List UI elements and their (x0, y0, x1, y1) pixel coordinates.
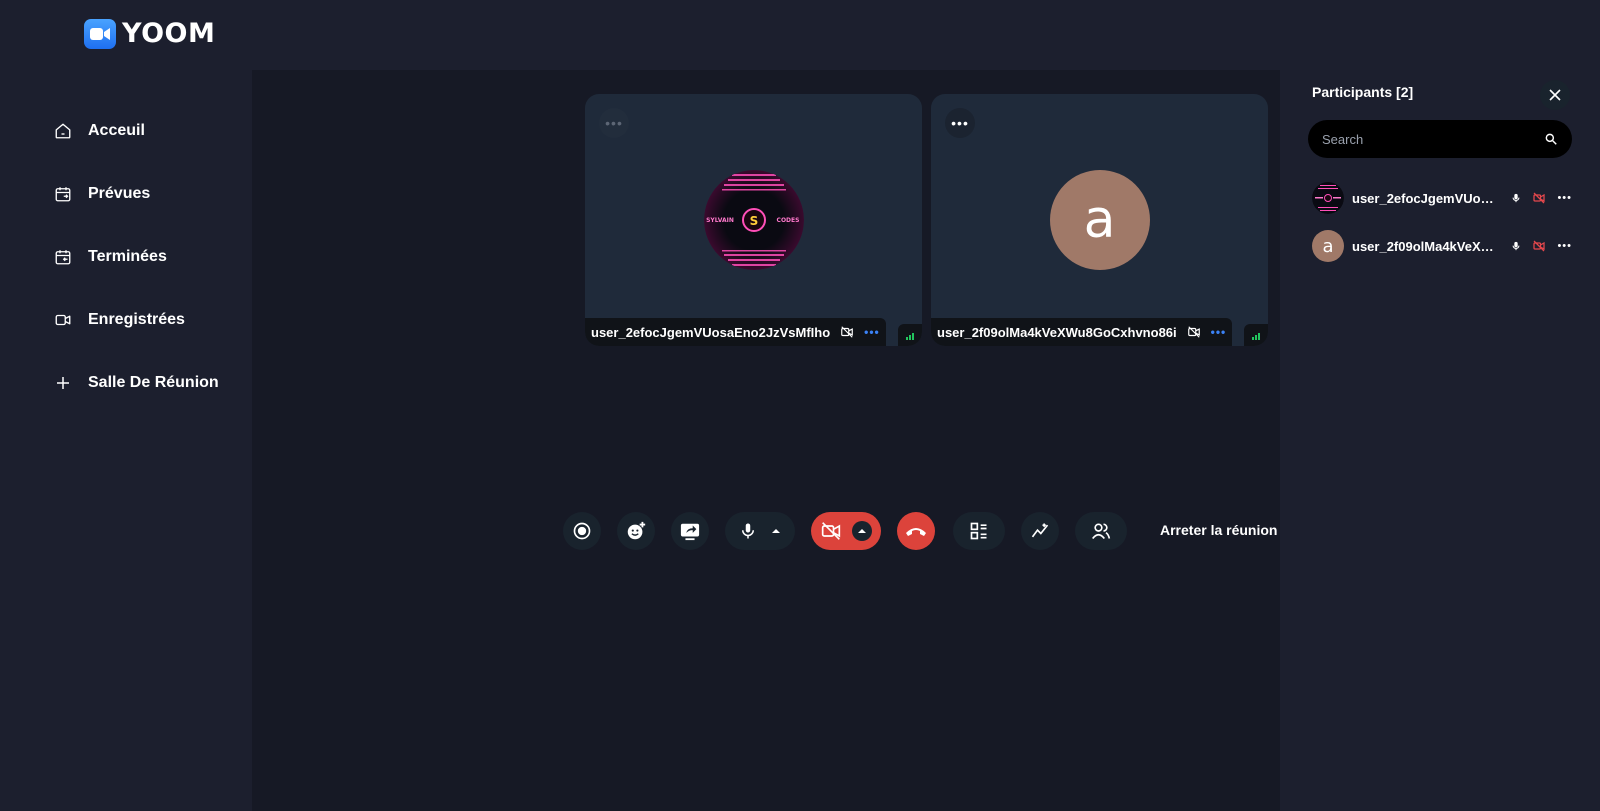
sidebar-item-terminees[interactable]: Terminées (54, 248, 167, 266)
avatar-logo-text-left: SYLVAIN (706, 217, 734, 224)
participant-name: user_2efocJgemVUosaEno2JzVsMfIho (591, 324, 831, 340)
participant-search (1308, 120, 1572, 158)
camera-off-icon (1533, 192, 1546, 204)
signal-strength-icon (898, 324, 922, 346)
microphone-button[interactable] (725, 512, 795, 550)
app-logo[interactable]: YOOM (84, 18, 215, 49)
participant-avatar: a (1049, 170, 1150, 270)
sidebar: Acceuil Prévues Terminées Enregistrées S… (0, 70, 252, 811)
search-icon[interactable] (1544, 132, 1558, 146)
svg-text:S: S (749, 214, 758, 228)
end-meeting-button[interactable]: Arreter la réunion (1160, 522, 1277, 538)
participant-name: user_2f09olMa4kVeXW... (1352, 238, 1498, 254)
signal-strength-icon (1244, 324, 1268, 346)
home-icon (55, 123, 71, 139)
participant-name-bar: user_2f09olMa4kVeXWu8GoCxhvno86i ••• (931, 318, 1233, 346)
more-icon[interactable]: ••• (1211, 325, 1227, 339)
meeting-stage: ••• S SYLVAIN CODES user_2efocJgemVUosaE… (252, 70, 1280, 811)
sidebar-item-prevues[interactable]: Prévues (54, 185, 150, 203)
sidebar-item-label: Enregistrées (88, 311, 185, 328)
sidebar-item-label: Prévues (88, 185, 151, 202)
participant-name-bar: user_2efocJgemVUosaEno2JzVsMfIho ••• (585, 318, 886, 346)
record-icon (573, 522, 591, 540)
more-icon[interactable]: ••• (599, 108, 629, 138)
participant-name: user_2efocJgemVUosa... (1352, 190, 1498, 206)
search-input[interactable] (1322, 131, 1544, 147)
hang-up-icon (906, 528, 926, 536)
calendar-previous-icon (55, 250, 71, 265)
calendar-upcoming-icon (55, 187, 71, 202)
more-icon[interactable]: ••• (864, 325, 880, 339)
video-icon (55, 314, 71, 326)
layout-icon (970, 522, 987, 540)
screen-share-button[interactable] (671, 512, 709, 550)
camera-toggle-button[interactable] (811, 512, 881, 550)
more-icon[interactable]: ••• (1557, 240, 1572, 252)
top-bar: YOOM (0, 0, 1600, 70)
camera-off-icon (821, 522, 841, 540)
sidebar-item-label: Terminées (88, 248, 167, 265)
record-button[interactable] (563, 512, 601, 550)
sidebar-item-enregistrees[interactable]: Enregistrées (54, 311, 185, 329)
layout-button[interactable] (953, 512, 1005, 550)
close-icon (1549, 89, 1561, 101)
more-icon[interactable]: ••• (1557, 192, 1572, 204)
plus-icon (57, 377, 69, 389)
camera-off-icon (1533, 240, 1546, 252)
participants-button[interactable] (1075, 512, 1127, 550)
camera-off-icon (841, 326, 853, 338)
participant-tile: ••• S SYLVAIN CODES user_2efocJgemVUosaE… (585, 94, 922, 346)
participants-icon (1092, 523, 1111, 540)
participant-avatar: a (1312, 230, 1344, 262)
app-name: YOOM (122, 18, 216, 49)
sidebar-item-label: Acceuil (88, 122, 145, 139)
camera-off-icon (1187, 326, 1200, 338)
microphone-icon (1513, 193, 1520, 203)
close-panel-button[interactable] (1540, 80, 1570, 110)
microphone-icon (1513, 241, 1520, 251)
sidebar-item-label: Salle De Réunion (88, 374, 219, 391)
more-icon[interactable]: ••• (945, 108, 975, 138)
screen-share-icon (680, 523, 700, 541)
participant-list-item[interactable]: user_2efocJgemVUosa... ••• (1312, 182, 1572, 214)
stats-button[interactable] (1021, 512, 1059, 550)
participants-panel: Participants [2] user_2efocJgemVUosa... … (1280, 70, 1600, 811)
chevron-up-icon[interactable] (771, 527, 781, 535)
participant-status-icons: ••• (1511, 240, 1572, 252)
avatar-logo-text-right: CODES (776, 217, 799, 224)
participant-name: user_2f09olMa4kVeXWu8GoCxhvno86i (937, 324, 1177, 340)
participants-title: Participants [2] (1312, 84, 1414, 100)
participant-avatar: S SYLVAIN CODES (703, 170, 804, 270)
hang-up-button[interactable] (897, 512, 935, 550)
participant-tile: ••• a user_2f09olMa4kVeXWu8GoCxhvno86i •… (931, 94, 1268, 346)
call-controls: Arreter la réunion (252, 512, 1280, 550)
sidebar-item-salle-de-reunion[interactable]: Salle De Réunion (54, 374, 219, 392)
logo-camera-icon (84, 18, 116, 49)
participant-list-item[interactable]: a user_2f09olMa4kVeXW... ••• (1312, 230, 1572, 262)
reaction-button[interactable] (617, 512, 655, 550)
stats-icon (1031, 523, 1049, 538)
microphone-icon (742, 523, 754, 539)
chevron-up-icon[interactable] (852, 521, 872, 541)
sidebar-item-acceuil[interactable]: Acceuil (54, 122, 145, 140)
participant-status-icons: ••• (1511, 192, 1572, 204)
participant-avatar (1312, 182, 1344, 214)
reaction-icon (627, 521, 646, 540)
